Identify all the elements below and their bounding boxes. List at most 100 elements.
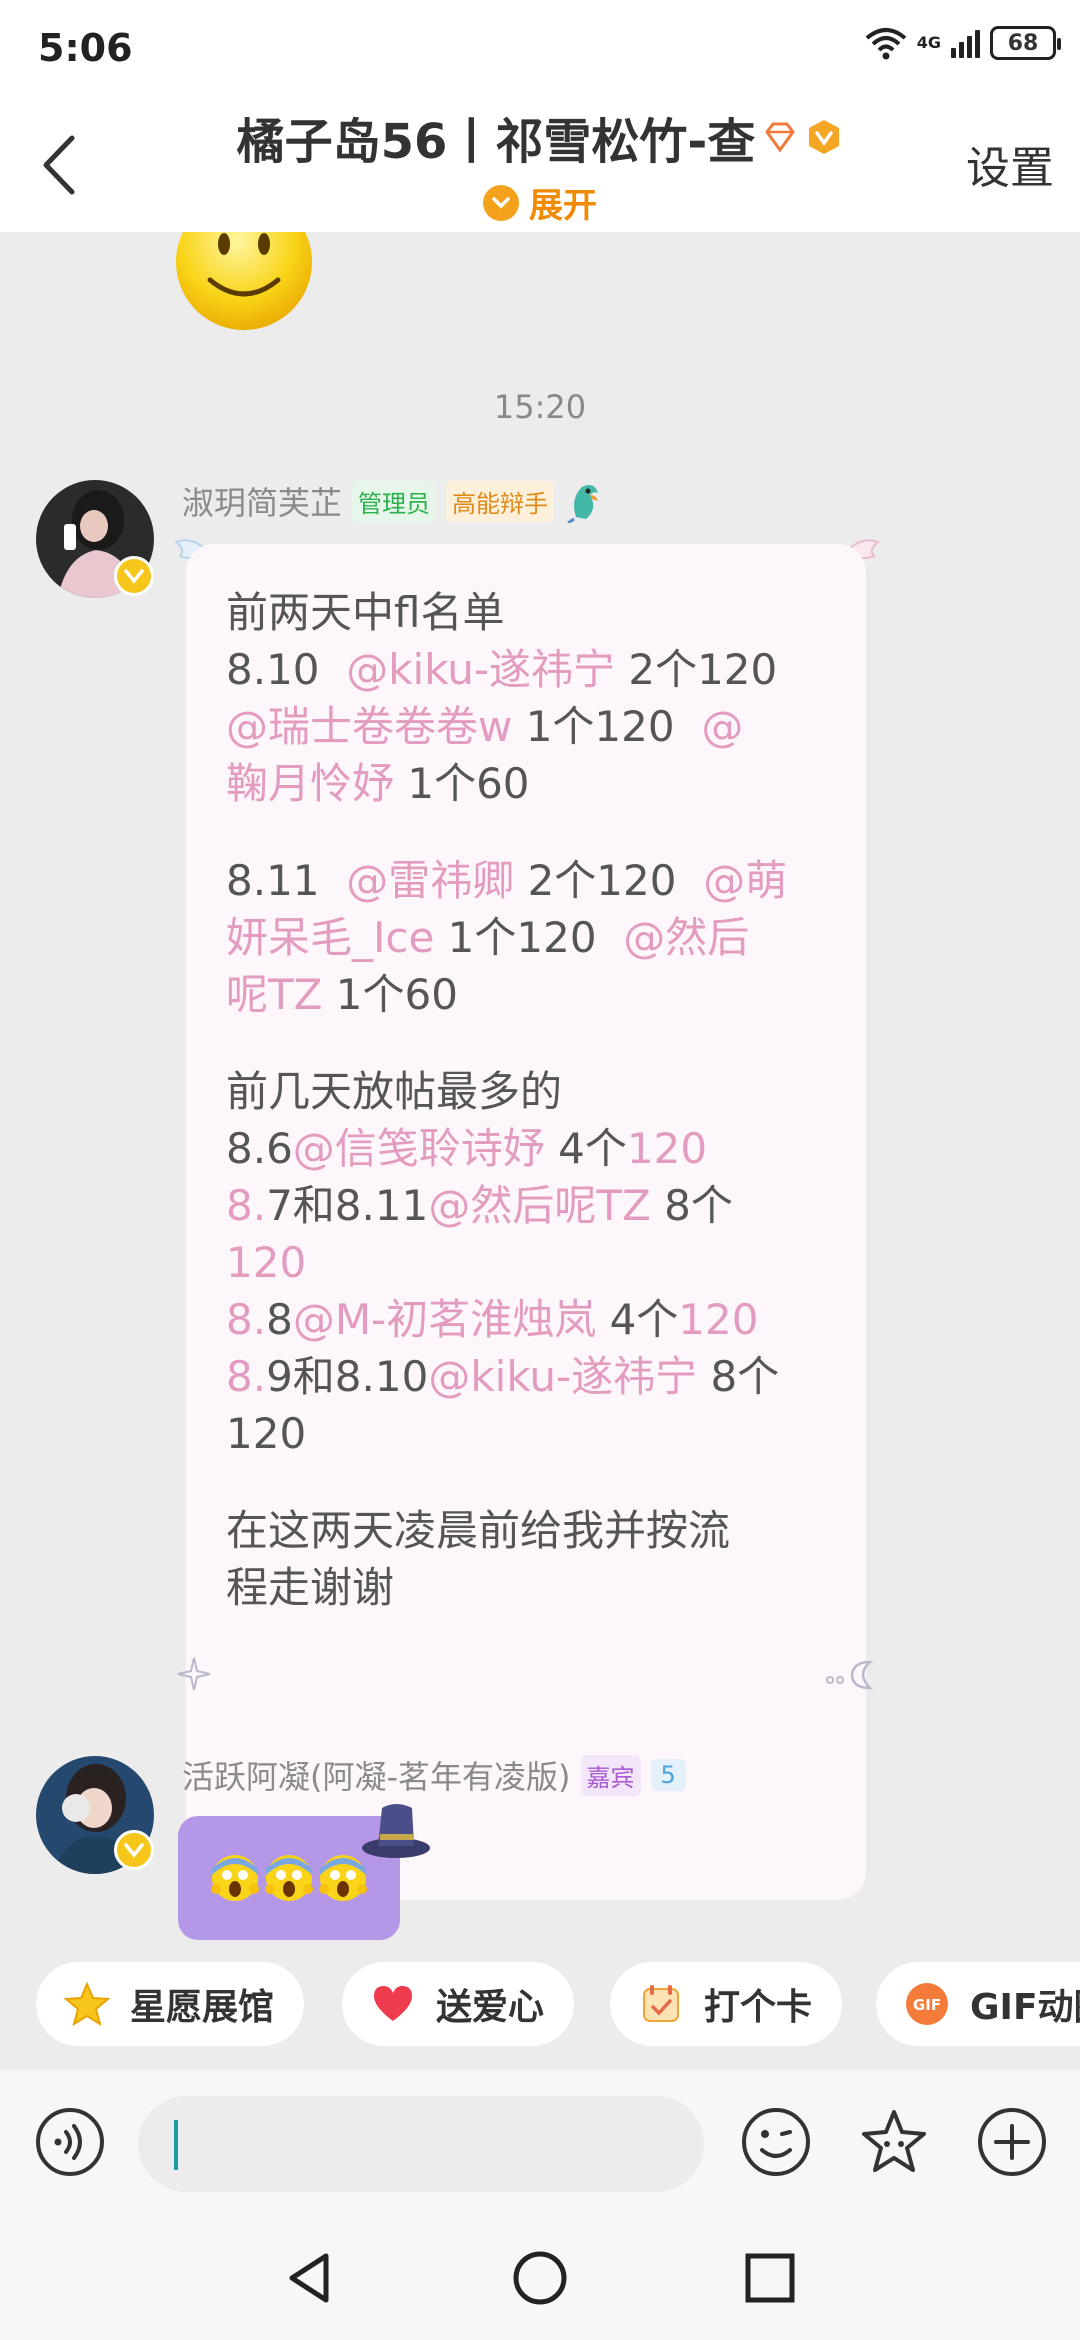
message-line: 前两天中fl名单 <box>226 584 828 641</box>
verified-badge-icon <box>114 556 154 596</box>
gif-icon: GIF <box>906 1983 948 2025</box>
mention-link[interactable]: @信笺聆诗妤 <box>293 1124 545 1173</box>
system-nav-bar <box>0 2216 1080 2340</box>
screaming-face-emoji-icon <box>211 1855 259 1901</box>
nav-home-icon[interactable] <box>510 2248 570 2308</box>
mention-link[interactable]: 120 <box>627 1124 707 1173</box>
message-line: 8.10 @kiku-遂祎宁 2个120 <box>226 641 828 698</box>
message-input[interactable] <box>138 2096 704 2192</box>
mention-link[interactable]: 呢TZ <box>226 970 322 1019</box>
status-bar: 5:06 4G 68 <box>0 0 1080 90</box>
message-line: 8.8@M-初茗淮烛岚 4个120 <box>226 1291 828 1348</box>
message-line: 8.9和8.10@kiku-遂祎宁 8个 <box>226 1348 828 1405</box>
message-text: 4个 <box>596 1295 679 1344</box>
message-text: 2个120 <box>615 645 778 694</box>
message-timestamp: 15:20 <box>493 388 587 426</box>
emoji-icon[interactable] <box>740 2106 812 2178</box>
message-line: 前几天放帖最多的 <box>226 1063 828 1120</box>
svg-text:GIF: GIF <box>913 1996 941 2014</box>
message-text: 8.11 <box>226 856 347 905</box>
top-hat-decoration-icon <box>362 1804 430 1858</box>
chip-star-hall[interactable]: 星愿展馆 <box>36 1962 305 2046</box>
group-title[interactable]: 橘子岛56丨祁雪松竹-查 <box>237 102 756 172</box>
sender-name[interactable]: 淑玥简芙芷 <box>182 478 342 524</box>
settings-button[interactable]: 设置 <box>966 132 1054 196</box>
sticker-star-icon[interactable] <box>858 2106 930 2178</box>
message-bubble[interactable]: 前两天中fl名单 8.10 @kiku-遂祎宁 2个120 @瑞士卷卷卷w 1个12… <box>186 544 866 1900</box>
mention-link[interactable]: @然后 <box>623 913 749 962</box>
quick-actions: 星愿展馆 送爱心 打个卡 GIF GIF动图 <box>0 1962 1080 2048</box>
message-line: 8.11 @雷祎卿 2个120 @萌 <box>226 852 828 909</box>
message-line: 8.7和8.11@然后呢TZ 8个 <box>226 1177 828 1234</box>
checkin-icon <box>643 1985 679 2022</box>
message-text: 在这两天凌晨前给我并按流 <box>226 1506 731 1555</box>
title-row: 橘子岛56丨祁雪松竹-查 <box>0 102 1080 172</box>
sender-row: 淑玥简芙芷 管理员 高能辩手 <box>182 478 604 524</box>
message-text: 前两天中fl名单 <box>226 588 505 637</box>
voice-icon[interactable] <box>34 2106 106 2178</box>
chevron-down-icon <box>483 184 519 221</box>
message-line <box>226 1462 828 1502</box>
add-icon[interactable] <box>976 2106 1048 2178</box>
network-type: 4G <box>916 33 941 52</box>
message-line: 120 <box>226 1405 828 1462</box>
chip-gif[interactable]: GIF GIF动图 <box>876 1962 1080 2046</box>
mention-link[interactable]: @萌 <box>703 856 787 905</box>
mention-link[interactable]: 120 <box>678 1295 758 1344</box>
input-bar <box>0 2070 1080 2216</box>
message-text: 1个120 <box>512 702 702 751</box>
title-tag: 高能辩手 <box>446 480 555 522</box>
status-icons: 4G 68 <box>865 26 1061 60</box>
level-tag: 5 <box>650 1759 686 1791</box>
chip-send-love[interactable]: 送爱心 <box>342 1962 575 2046</box>
message-line: 妍呆毛_Ice 1个120 @然后 <box>226 909 828 966</box>
mention-link[interactable]: 妍呆毛_Ice <box>226 913 434 962</box>
message-line: 120 <box>226 1234 828 1291</box>
heart-icon <box>374 1986 412 2021</box>
chip-label: 送爱心 <box>436 1987 545 2028</box>
mention-link[interactable]: @然后呢TZ <box>428 1181 650 1230</box>
sender-name[interactable]: 活跃阿凝(阿凝-茗年有凌版) <box>182 1752 571 1798</box>
mention-link[interactable]: @瑞士卷卷卷w <box>226 702 512 751</box>
nav-recents-icon[interactable] <box>740 2248 800 2308</box>
message-text: 1个120 <box>434 913 624 962</box>
message-text: 前几天放帖最多的 <box>226 1067 563 1116</box>
mention-link[interactable]: 鞠月怜妤 <box>226 759 394 808</box>
message-line: 鞠月怜妤 1个60 <box>226 755 828 812</box>
mention-link[interactable]: 8. <box>226 1352 266 1401</box>
mention-link[interactable]: @M-初茗淮烛岚 <box>293 1295 596 1344</box>
mention-link[interactable]: 8. <box>226 1295 266 1344</box>
smiley-emoji-icon <box>176 232 312 330</box>
message-line <box>226 1023 828 1063</box>
message-line: 在这两天凌晨前给我并按流 <box>226 1502 828 1559</box>
message-line <box>226 812 828 852</box>
chip-label: 打个卡 <box>704 1987 813 2028</box>
admin-tag: 管理员 <box>352 480 437 522</box>
mention-link[interactable]: @雷祎卿 <box>346 856 514 905</box>
sparkle-decoration-icon <box>177 1657 211 1691</box>
text-caret <box>174 2120 178 2170</box>
screaming-face-emoji-icon <box>265 1855 313 1901</box>
star-icon <box>64 1981 110 2027</box>
mention-link[interactable]: 8. <box>226 1181 266 1230</box>
mention-link[interactable]: @kiku-遂祎宁 <box>346 645 615 694</box>
message-text: 8.6 <box>226 1124 293 1173</box>
wifi-icon <box>865 28 907 60</box>
mention-link[interactable]: @ <box>701 702 743 751</box>
diamond-badge-icon <box>765 122 796 153</box>
message-text: 9和8.10 <box>266 1352 429 1401</box>
sender-row: 活跃阿凝(阿凝-茗年有凌版) 嘉宾 5 <box>182 1752 686 1798</box>
expand-toggle[interactable]: 展开 <box>0 178 1080 227</box>
verified-badge-icon <box>114 1830 154 1870</box>
battery-icon: 68 <box>990 26 1061 60</box>
message-list[interactable]: 15:20 淑玥简芙芷 管理员 高能辩手 前两天中fl名单 8.10 @kiku-… <box>0 232 1080 1962</box>
message-text: 8个 <box>650 1181 733 1230</box>
message-text: 120 <box>226 1409 307 1458</box>
expand-label: 展开 <box>529 186 597 226</box>
message-text: 1个60 <box>394 759 530 808</box>
chip-check-in[interactable]: 打个卡 <box>610 1962 843 2046</box>
mention-link[interactable]: @kiku-遂祎宁 <box>428 1352 697 1401</box>
nav-back-icon[interactable] <box>280 2248 340 2308</box>
mention-link[interactable]: 120 <box>226 1238 306 1287</box>
message-text: 8 <box>266 1295 293 1344</box>
